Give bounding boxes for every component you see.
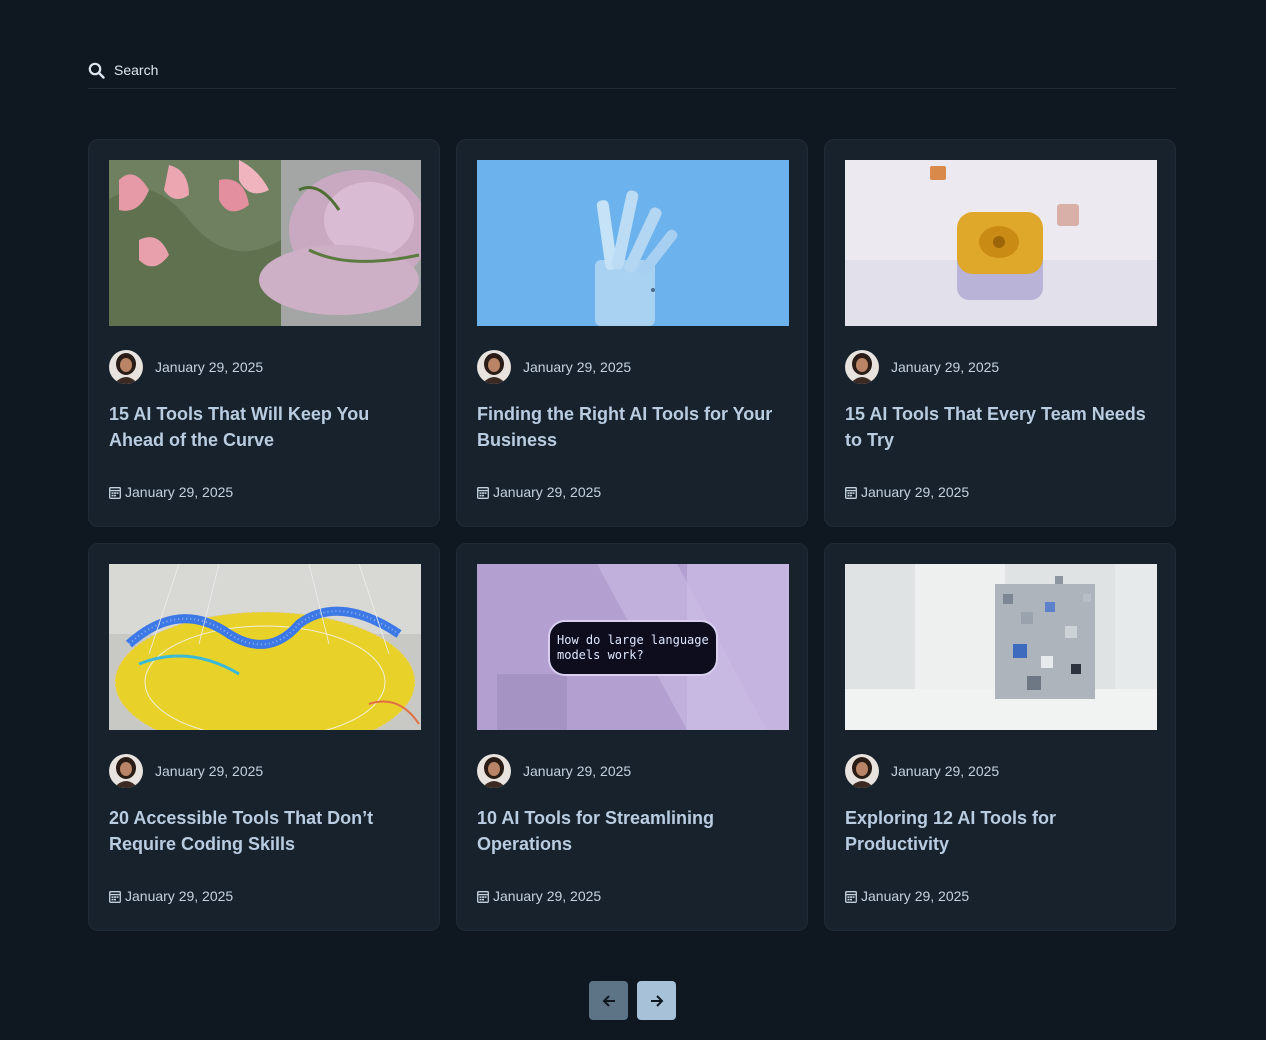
post-footer-date-text: January 29, 2025 [861,484,970,500]
author-avatar[interactable] [109,350,143,384]
post-grid: January 29, 2025 15 AI Tools That Will K… [88,139,1178,931]
calendar-icon [109,890,121,903]
calendar-icon [477,890,489,903]
post-date: January 29, 2025 [523,359,632,375]
post-footer-date-text: January 29, 2025 [493,484,602,500]
post-date: January 29, 2025 [891,763,1000,779]
post-date: January 29, 2025 [891,359,1000,375]
post-date: January 29, 2025 [523,763,632,779]
post-title[interactable]: 15 AI Tools That Every Team Needs to Try [845,401,1157,453]
post-thumbnail[interactable] [109,160,421,326]
post-meta: January 29, 2025 [477,350,787,384]
post-footer-date: January 29, 2025 [845,888,969,904]
search-input[interactable] [114,62,514,78]
pagination [589,981,676,1020]
post-footer-date-text: January 29, 2025 [125,888,234,904]
post-card[interactable]: January 29, 2025 15 AI Tools That Will K… [88,139,440,527]
post-thumbnail[interactable] [845,160,1157,326]
author-avatar[interactable] [845,350,879,384]
author-avatar[interactable] [477,350,511,384]
calendar-icon [845,486,857,499]
author-avatar[interactable] [477,754,511,788]
post-thumbnail[interactable] [477,160,789,326]
post-thumbnail[interactable] [845,564,1157,730]
arrow-left-icon [602,994,615,1007]
calendar-icon [477,486,489,499]
post-meta: January 29, 2025 [109,754,419,788]
search-bar [88,58,1176,89]
post-thumbnail[interactable] [109,564,421,730]
post-date: January 29, 2025 [155,763,264,779]
post-card[interactable]: January 29, 2025 20 Accessible Tools Tha… [88,543,440,931]
thumbnail-terminal-line-2: models work? [557,648,644,662]
post-card[interactable]: January 29, 2025 Finding the Right AI To… [456,139,808,527]
author-avatar[interactable] [109,754,143,788]
post-footer-date: January 29, 2025 [477,484,601,500]
post-footer-date-text: January 29, 2025 [861,888,970,904]
post-meta: January 29, 2025 [477,754,787,788]
search-icon[interactable] [88,62,105,79]
post-footer-date-text: January 29, 2025 [493,888,602,904]
post-title[interactable]: 10 AI Tools for Streamlining Operations [477,805,789,857]
calendar-icon [845,890,857,903]
post-footer-date: January 29, 2025 [109,484,233,500]
post-card[interactable]: January 29, 2025 Exploring 12 AI Tools f… [824,543,1176,931]
post-footer-date: January 29, 2025 [477,888,601,904]
post-title[interactable]: Exploring 12 AI Tools for Productivity [845,805,1157,857]
thumbnail-terminal-line-1: How do large language [557,633,709,647]
post-title[interactable]: Finding the Right AI Tools for Your Busi… [477,401,789,453]
arrow-right-icon [650,994,663,1007]
post-thumbnail[interactable]: How do large language models work? [477,564,789,730]
post-title[interactable]: 15 AI Tools That Will Keep You Ahead of … [109,401,421,453]
post-meta: January 29, 2025 [845,754,1155,788]
post-meta: January 29, 2025 [845,350,1155,384]
previous-page-button[interactable] [589,981,628,1020]
post-card[interactable]: January 29, 2025 15 AI Tools That Every … [824,139,1176,527]
post-date: January 29, 2025 [155,359,264,375]
post-meta: January 29, 2025 [109,350,419,384]
post-footer-date: January 29, 2025 [845,484,969,500]
post-card[interactable]: How do large language models work? Janua… [456,543,808,931]
next-page-button[interactable] [637,981,676,1020]
post-title[interactable]: 20 Accessible Tools That Don’t Require C… [109,805,421,857]
post-footer-date-text: January 29, 2025 [125,484,234,500]
post-footer-date: January 29, 2025 [109,888,233,904]
author-avatar[interactable] [845,754,879,788]
calendar-icon [109,486,121,499]
